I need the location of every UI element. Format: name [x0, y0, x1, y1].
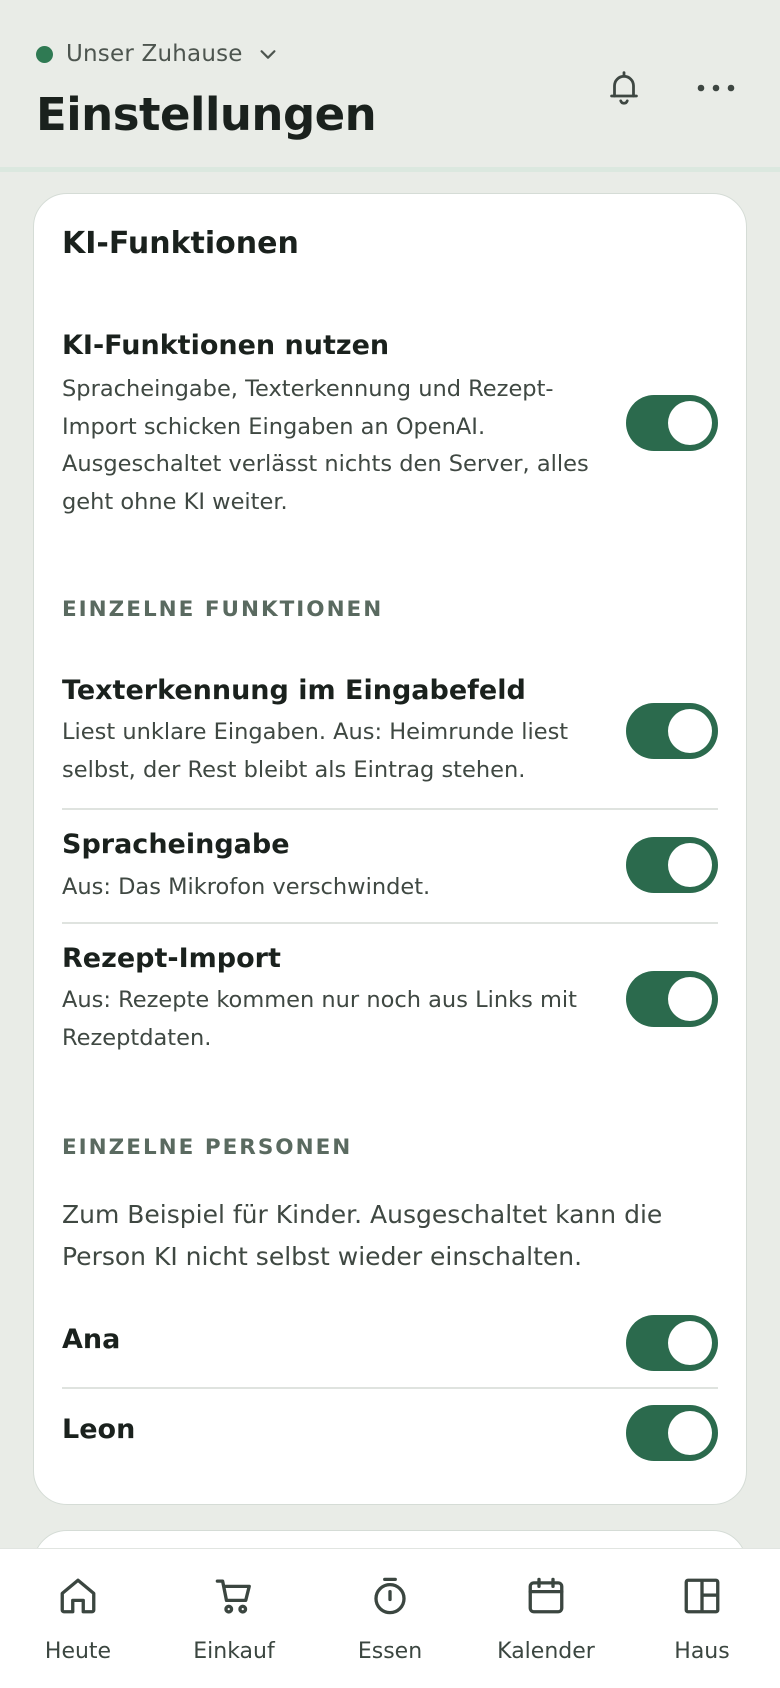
- feature-description-ocr: Liest unklare Eingaben. Aus: Heimrunde l…: [62, 714, 602, 789]
- bottom-navigation: Heute Einkauf Essen Kalender Haus: [0, 1548, 780, 1688]
- nav-label: Haus: [674, 1639, 730, 1664]
- description-line: Aus: Rezepte kommen nur noch aus Links m…: [62, 987, 578, 1013]
- household-name: Unser Zuhause: [66, 41, 243, 67]
- nav-item-haus[interactable]: Haus: [624, 1549, 780, 1688]
- nav-label: Heute: [44, 1639, 112, 1664]
- more-button[interactable]: [688, 60, 744, 116]
- toggle-knob: [668, 709, 712, 753]
- household-switcher[interactable]: Unser Zuhause: [36, 38, 279, 70]
- feature-toggle-ocr[interactable]: [626, 703, 718, 759]
- person-name-ana: Ana: [62, 1324, 121, 1355]
- toggle-knob: [668, 977, 712, 1021]
- notifications-button[interactable]: [596, 60, 652, 116]
- feature-title-voice: Spracheingabe: [62, 829, 290, 860]
- row-divider: [62, 922, 718, 924]
- ai-master-description: Spracheingabe, Texterkennung und Rezept-…: [62, 371, 602, 521]
- description-line: Spracheingabe, Texterkennung und Rezept-: [62, 376, 554, 402]
- app-header: Unser Zuhause Einstellungen: [0, 0, 780, 172]
- nav-item-einkauf[interactable]: Einkauf: [156, 1549, 312, 1688]
- intro-line: Person KI nicht selbst wieder einschalte…: [62, 1242, 583, 1271]
- toggle-knob: [668, 401, 712, 445]
- nav-item-kalender[interactable]: Kalender: [468, 1549, 624, 1688]
- description-line: Liest unklare Eingaben. Aus: Heimrunde l…: [62, 719, 569, 745]
- household-status-dot: [36, 45, 53, 63]
- description-line: selbst, der Rest bleibt als Eintrag steh…: [62, 756, 526, 783]
- nav-label: Einkauf: [193, 1639, 275, 1664]
- persons-intro: Zum Beispiel für Kinder. Ausgeschaltet k…: [62, 1194, 702, 1278]
- row-divider: [62, 1387, 718, 1389]
- header-divider: [0, 167, 780, 172]
- ai-settings-card: KI-Funktionen KI-Funktionen nutzen Sprac…: [33, 193, 747, 1505]
- layout-icon: [684, 1578, 720, 1614]
- feature-title-ocr: Texterkennung im Eingabefeld: [62, 675, 526, 706]
- nav-label: Kalender: [497, 1639, 595, 1664]
- description-line: Ausgeschaltet verlässt nichts den Server…: [62, 451, 589, 477]
- toggle-knob: [668, 1321, 712, 1365]
- features-section-label: EINZELNE FUNKTIONEN: [62, 597, 384, 622]
- timer-icon: [374, 1577, 406, 1615]
- feature-title-recipe-import: Rezept-Import: [62, 943, 281, 974]
- calendar-icon: [528, 1577, 564, 1614]
- intro-line: Zum Beispiel für Kinder. Ausgeschaltet k…: [62, 1200, 663, 1229]
- description-line: Rezeptdaten.: [62, 1024, 212, 1051]
- feature-toggle-recipe-import[interactable]: [626, 971, 718, 1027]
- more-icon: [697, 84, 735, 92]
- row-divider: [62, 808, 718, 810]
- person-toggle-ana[interactable]: [626, 1315, 718, 1371]
- bell-icon: [610, 71, 638, 105]
- feature-toggle-voice[interactable]: [626, 837, 718, 893]
- feature-description-recipe-import: Aus: Rezepte kommen nur noch aus Links m…: [62, 982, 602, 1057]
- description-line: geht ohne KI weiter.: [62, 488, 288, 515]
- person-toggle-leon[interactable]: [626, 1405, 718, 1461]
- cart-icon: [215, 1579, 251, 1614]
- nav-label: Essen: [357, 1639, 423, 1664]
- description-line: Aus: Das Mikrofon verschwindet.: [62, 874, 431, 900]
- ai-master-title: KI-Funktionen nutzen: [62, 330, 390, 361]
- home-icon: [60, 1578, 96, 1614]
- persons-section-label: EINZELNE PERSONEN: [62, 1135, 353, 1160]
- toggle-knob: [668, 843, 712, 887]
- feature-description-voice: Aus: Das Mikrofon verschwindet.: [62, 869, 602, 907]
- nav-item-essen[interactable]: Essen: [312, 1549, 468, 1688]
- ai-master-toggle[interactable]: [626, 395, 718, 451]
- card-title: KI-Funktionen: [62, 226, 299, 261]
- toggle-knob: [668, 1411, 712, 1455]
- page-title: Einstellungen: [36, 88, 377, 141]
- chevron-down-icon: [260, 50, 276, 59]
- nav-item-heute[interactable]: Heute: [0, 1549, 156, 1688]
- description-line: Import schicken Eingaben an OpenAI.: [62, 413, 486, 440]
- person-name-leon: Leon: [62, 1414, 136, 1445]
